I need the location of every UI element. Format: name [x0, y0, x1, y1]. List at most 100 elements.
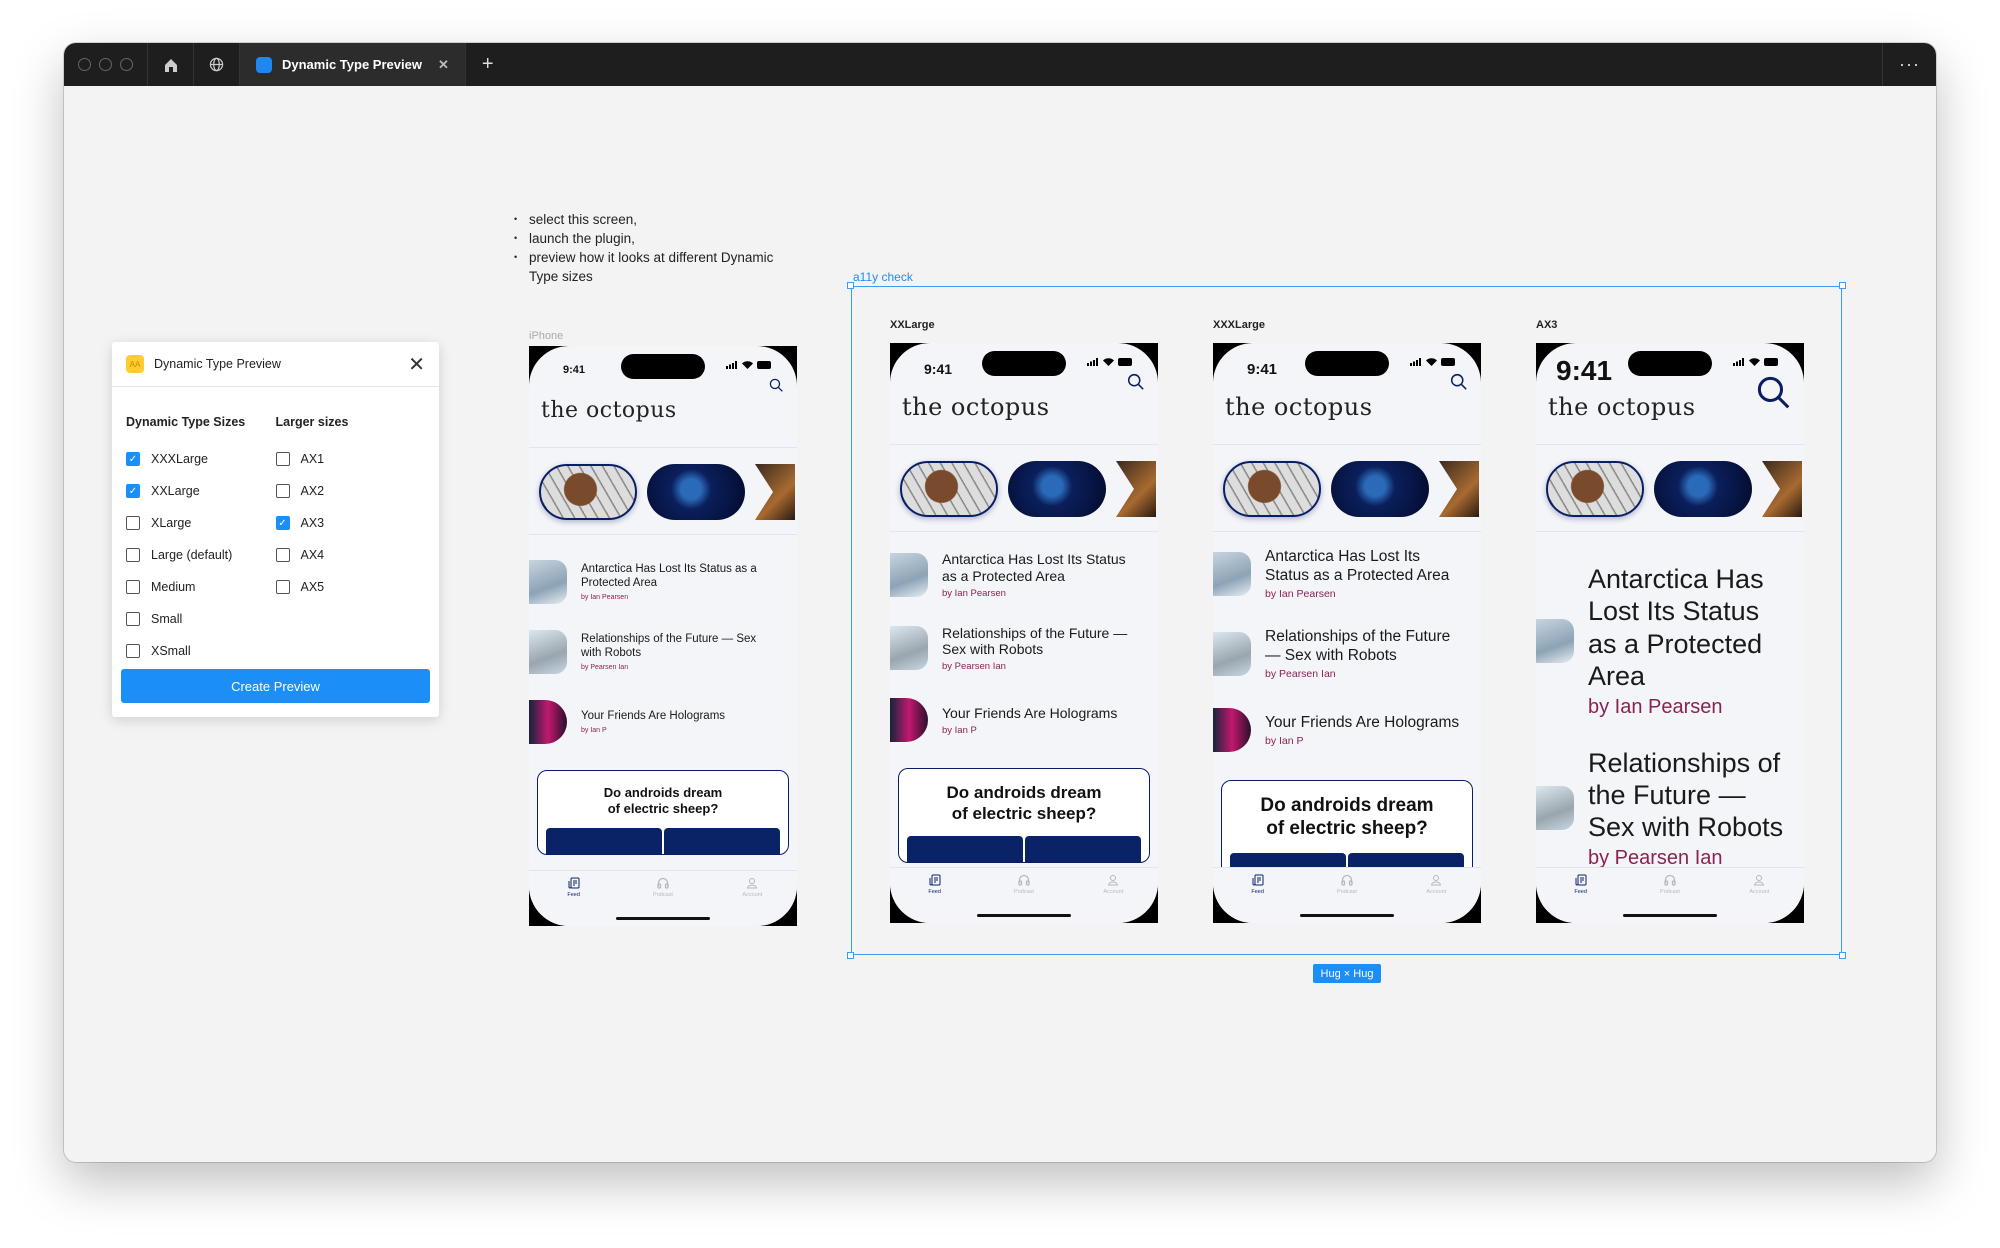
story-thumbnail[interactable]	[1546, 461, 1644, 517]
checkbox[interactable]	[275, 452, 290, 466]
new-tab-button[interactable]: +	[466, 53, 510, 76]
checkbox[interactable]	[126, 548, 140, 562]
resize-handle[interactable]	[1839, 952, 1846, 959]
checkbox-xsmall[interactable]: XSmall	[126, 635, 276, 667]
checkbox-ax1[interactable]: AX1	[275, 443, 426, 475]
window-controls[interactable]	[64, 43, 148, 86]
story-thumbnail[interactable]	[1116, 461, 1156, 517]
frame-label-xxxlarge[interactable]: XXXLarge	[1213, 319, 1265, 331]
article-item[interactable]: Relationships of the Future — Sex with R…	[1213, 628, 1481, 680]
search-button[interactable]	[1756, 375, 1790, 414]
tab-account[interactable]: Account	[722, 877, 782, 926]
status-icons	[1410, 358, 1457, 366]
search-button[interactable]	[1127, 373, 1144, 395]
feed-icon	[929, 874, 941, 886]
checkbox[interactable]	[275, 580, 290, 594]
checkbox[interactable]: ✓	[126, 452, 140, 466]
answer-robot-button[interactable]	[664, 828, 780, 855]
tab-account[interactable]: Account	[1729, 874, 1789, 923]
tab-feed[interactable]: Feed	[1228, 874, 1288, 923]
checkbox[interactable]	[126, 580, 140, 594]
home-button[interactable]	[148, 43, 194, 86]
checkbox[interactable]	[275, 548, 290, 562]
article-item[interactable]: Relationships of the Future — Sex with R…	[1536, 747, 1804, 867]
answer-robot-button[interactable]	[1025, 835, 1141, 862]
checkbox[interactable]	[126, 644, 140, 658]
tab-feed[interactable]: Feed	[905, 874, 965, 923]
close-plugin-button[interactable]: ✕	[408, 352, 425, 377]
story-thumbnail[interactable]	[755, 464, 795, 520]
article-item[interactable]: Relationships of the Future — Sex with R…	[529, 630, 797, 674]
answer-robot-button[interactable]	[1348, 852, 1464, 867]
phone-preview-iphone[interactable]: 9:41 the octopus Antarctica Has Lost Its S…	[529, 346, 797, 926]
story-thumbnail[interactable]	[900, 461, 998, 517]
tab-account[interactable]: Account	[1406, 874, 1466, 923]
tab-feed[interactable]: Feed	[544, 877, 604, 926]
checkbox-small[interactable]: Small	[126, 603, 276, 635]
checkbox-label: AX5	[300, 580, 325, 594]
create-preview-button[interactable]: Create Preview	[121, 669, 430, 703]
tab-dynamic-type-preview[interactable]: Dynamic Type Preview ✕	[240, 43, 466, 86]
checkbox[interactable]	[126, 612, 140, 626]
checkbox[interactable]	[275, 484, 290, 498]
checkbox[interactable]	[126, 516, 140, 530]
answer-sheep-button[interactable]	[907, 835, 1023, 862]
phone-preview-xxlarge[interactable]: 9:41 the octopus Antarctica Has Lost Its S…	[890, 343, 1158, 923]
story-thumbnail[interactable]	[539, 464, 637, 520]
checkbox-xxlarge[interactable]: ✓ XXLarge	[126, 475, 276, 507]
checkbox[interactable]: ✓	[275, 516, 290, 530]
resize-handle[interactable]	[1839, 282, 1846, 289]
article-item[interactable]: Your Friends Are Holograms by Ian P	[1213, 708, 1481, 753]
checkbox-ax4[interactable]: AX4	[275, 539, 426, 571]
checkbox-xlarge[interactable]: XLarge	[126, 507, 276, 539]
community-button[interactable]	[194, 43, 240, 86]
checkbox-large-default-[interactable]: Large (default)	[126, 539, 276, 571]
tab-feed[interactable]: Feed	[1551, 874, 1611, 923]
tab-label: Feed	[928, 889, 941, 895]
article-item[interactable]: Your Friends Are Holograms by Ian P	[529, 700, 797, 744]
tab-account[interactable]: Account	[1083, 874, 1143, 923]
checkbox[interactable]: ✓	[126, 484, 140, 498]
checkbox-label: Medium	[151, 580, 196, 594]
frame-label-ax3[interactable]: AX3	[1536, 319, 1557, 331]
section-header: Dynamic Type Sizes	[126, 415, 246, 429]
article-item[interactable]: Your Friends Are Holograms by Ian P	[890, 698, 1158, 743]
story-thumbnail[interactable]	[1439, 461, 1479, 517]
checkbox-xxxlarge[interactable]: ✓ XXXLarge	[126, 443, 276, 475]
checkbox-medium[interactable]: Medium	[126, 571, 276, 603]
close-window-button[interactable]	[78, 58, 91, 71]
search-button[interactable]	[1450, 373, 1467, 395]
article-thumbnail	[529, 560, 567, 604]
phone-preview-xxxlarge[interactable]: 9:41 the octopus Antarctica Has Lost Its S…	[1213, 343, 1481, 923]
minimize-button[interactable]	[99, 58, 112, 71]
story-thumbnail[interactable]	[1331, 461, 1429, 517]
dynamic-type-sizes: Dynamic Type Sizes ✓ XXXLarge ✓ XXLarge XLarg…	[126, 415, 276, 667]
zoom-button[interactable]	[120, 58, 133, 71]
frame-label-xxlarge[interactable]: XXLarge	[890, 319, 935, 331]
search-button[interactable]	[769, 378, 783, 397]
resize-handle[interactable]	[847, 282, 854, 289]
resize-handle[interactable]	[847, 952, 854, 959]
article-item[interactable]: Antarctica Has Lost Its Status as a Prot…	[1536, 563, 1804, 719]
checkbox-ax2[interactable]: AX2	[275, 475, 426, 507]
story-thumbnail[interactable]	[1223, 461, 1321, 517]
checkbox-ax3[interactable]: ✓ AX3	[275, 507, 426, 539]
story-thumbnail[interactable]	[647, 464, 745, 520]
more-menu-button[interactable]: ···	[1882, 43, 1936, 86]
frame-label-a11y-check[interactable]: a11y check	[853, 270, 913, 284]
story-thumbnail[interactable]	[1762, 461, 1802, 517]
answer-sheep-button[interactable]	[1230, 852, 1346, 867]
close-tab-button[interactable]: ✕	[438, 57, 449, 73]
frame-label-iphone[interactable]: iPhone	[529, 330, 563, 342]
answer-sheep-button[interactable]	[546, 828, 662, 855]
checkbox-ax5[interactable]: AX5	[275, 571, 426, 603]
article-item[interactable]: Relationships of the Future — Sex with R…	[890, 625, 1158, 672]
article-item[interactable]: Antarctica Has Lost Its Status as a Prot…	[1213, 548, 1481, 600]
phone-preview-ax3[interactable]: 9:41 the octopus Antarctica Has Lost Its S…	[1536, 343, 1804, 923]
story-thumbnail[interactable]	[1008, 461, 1106, 517]
article-item[interactable]: Antarctica Has Lost Its Status as a Prot…	[529, 560, 797, 604]
tab-label: Podcast	[1014, 889, 1034, 895]
instruction-item: select this screen,	[514, 210, 804, 229]
article-item[interactable]: Antarctica Has Lost Its Status as a Prot…	[890, 551, 1158, 599]
story-thumbnail[interactable]	[1654, 461, 1752, 517]
